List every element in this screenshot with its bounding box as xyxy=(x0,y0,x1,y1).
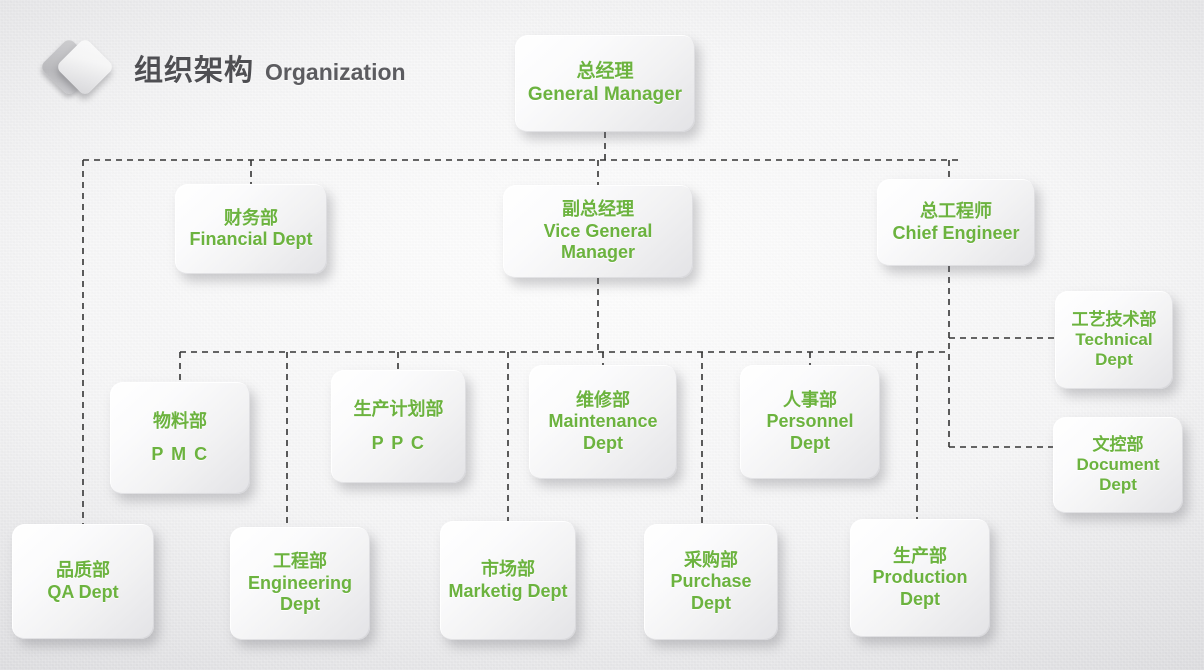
org-node-text: 工程部 Engineering Dept xyxy=(236,551,364,615)
org-node-label-cn: 人事部 xyxy=(783,389,837,410)
org-node-text: 文控部 Document Dept xyxy=(1059,435,1177,496)
org-node-label-cn: 总工程师 xyxy=(920,201,992,222)
org-node-text: 副总经理 Vice General Manager xyxy=(509,199,687,263)
org-chart-canvas: 组织架构 Organization 总经理 General Manager 财务部 Fi… xyxy=(0,0,1204,670)
page-header: 组织架构 Organization xyxy=(39,36,406,100)
org-node-label-cn: 物料部 xyxy=(153,410,207,431)
org-node-label-en: Personnel Dept xyxy=(766,411,854,453)
page-title-en: Organization xyxy=(265,59,406,85)
org-node-label-cn: 维修部 xyxy=(576,389,630,410)
org-node-text: 人事部 Personnel Dept xyxy=(746,390,874,454)
org-node-personnel[interactable]: 人事部 Personnel Dept xyxy=(740,365,880,479)
org-node-label-cn: 工艺技术部 xyxy=(1071,309,1157,329)
org-node-chief_eng[interactable]: 总工程师 Chief Engineer xyxy=(877,179,1035,266)
org-node-label-en: QA Dept xyxy=(47,581,119,602)
org-node-text: 工艺技术部 Technical Dept xyxy=(1061,310,1167,371)
org-node-label-cn: 生产部 xyxy=(893,545,947,566)
org-node-vgm[interactable]: 副总经理 Vice General Manager xyxy=(503,185,693,278)
org-node-label-cn: 生产计划部 xyxy=(353,399,444,420)
org-node-engineering[interactable]: 工程部 Engineering Dept xyxy=(230,527,370,640)
org-node-qa[interactable]: 品质部 QA Dept xyxy=(12,524,154,639)
diamond-icon xyxy=(39,37,122,99)
org-node-label-en: Vice General Manager xyxy=(543,220,653,263)
org-node-purchase[interactable]: 采购部 Purchase Dept xyxy=(644,524,778,640)
org-node-label-cn: 市场部 xyxy=(481,559,535,580)
org-node-label-cn: 副总经理 xyxy=(562,199,634,220)
org-node-gm[interactable]: 总经理 General Manager xyxy=(515,35,695,132)
org-node-label-cn: 采购部 xyxy=(684,549,738,570)
org-node-label-en: Marketig Dept xyxy=(448,580,568,601)
org-node-text: 总经理 General Manager xyxy=(521,61,689,106)
org-node-label-en: Financial Dept xyxy=(189,229,313,249)
org-node-label-en: Maintenance Dept xyxy=(548,411,658,453)
org-node-label-en: Production Dept xyxy=(872,567,968,609)
org-node-label-cn: 总经理 xyxy=(576,60,634,82)
org-node-label-en: P P C xyxy=(371,432,426,453)
org-node-text: 总工程师 Chief Engineer xyxy=(883,201,1029,244)
org-node-text: 市场部 Marketig Dept xyxy=(446,559,570,602)
org-node-technical[interactable]: 工艺技术部 Technical Dept xyxy=(1055,291,1173,389)
org-node-label-en: P M C xyxy=(151,444,209,464)
org-node-marketing[interactable]: 市场部 Marketig Dept xyxy=(440,521,576,640)
org-node-text: 财务部 Financial Dept xyxy=(181,208,321,251)
org-node-label-en: Document Dept xyxy=(1076,454,1160,495)
org-node-label-cn: 财务部 xyxy=(224,207,278,228)
page-title: 组织架构 Organization xyxy=(134,47,406,89)
org-node-text: 采购部 Purchase Dept xyxy=(650,550,772,614)
org-node-pmc[interactable]: 物料部 P M C xyxy=(110,382,250,494)
org-node-label-cn: 工程部 xyxy=(273,551,327,572)
page-title-cn: 组织架构 xyxy=(134,55,255,87)
org-node-document[interactable]: 文控部 Document Dept xyxy=(1053,417,1183,513)
org-node-label-cn: 文控部 xyxy=(1092,434,1144,454)
org-node-text: 生产部 Production Dept xyxy=(856,546,984,610)
org-node-label-en: Engineering Dept xyxy=(247,572,352,615)
org-node-text: 品质部 QA Dept xyxy=(18,560,148,603)
org-node-text: 物料部 P M C xyxy=(116,411,244,466)
org-node-label-en: Technical Dept xyxy=(1075,329,1153,370)
org-node-maintenance[interactable]: 维修部 Maintenance Dept xyxy=(529,365,677,479)
org-node-ppc[interactable]: 生产计划部 P P C xyxy=(331,370,466,483)
org-node-label-en: General Manager xyxy=(527,83,683,105)
org-node-financial[interactable]: 财务部 Financial Dept xyxy=(175,184,327,274)
org-node-text: 生产计划部 P P C xyxy=(337,399,460,454)
org-node-label-en: Chief Engineer xyxy=(892,222,1020,243)
org-node-production[interactable]: 生产部 Production Dept xyxy=(850,519,990,637)
org-node-label-en: Purchase Dept xyxy=(670,571,752,613)
org-node-text: 维修部 Maintenance Dept xyxy=(535,390,671,454)
org-node-label-cn: 品质部 xyxy=(56,560,110,581)
